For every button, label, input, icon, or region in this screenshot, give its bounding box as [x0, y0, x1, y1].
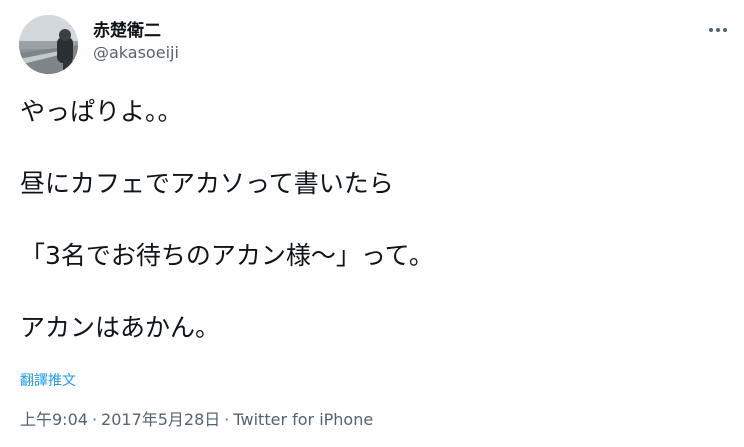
separator: · [91, 410, 98, 429]
tweet-time[interactable]: 上午9:04 [20, 410, 88, 429]
line-break [20, 202, 720, 238]
user-handle[interactable]: @akasoeiji [93, 42, 179, 64]
tweet-metadata: 上午9:04 · 2017年5月28日 · Twitter for iPhone [20, 409, 373, 431]
tweet-text: やっぱりよ。。 昼にカフェでアカソって書いたら 「3名でお待ちのアカン様〜」って… [20, 94, 720, 346]
tweet-date[interactable]: 2017年5月28日 [101, 410, 220, 429]
tweet-line: アカンはあかん。 [20, 313, 221, 342]
more-horizontal-icon [709, 28, 727, 32]
tweet-line: 昼にカフェでアカソって書いたら [20, 169, 394, 198]
avatar-photo [19, 15, 78, 74]
tweet-card: 赤楚衛二 @akasoeiji やっぱりよ。。 昼にカフェでアカソって書いたら … [0, 0, 744, 447]
more-options-button[interactable] [706, 18, 730, 42]
line-break [20, 274, 720, 310]
tweet-line: 「3名でお待ちのアカン様〜」って。 [20, 241, 434, 270]
line-break [20, 130, 720, 166]
translate-tweet-link[interactable]: 翻譯推文 [20, 372, 76, 390]
separator: · [224, 410, 230, 429]
user-info: 赤楚衛二 @akasoeiji [93, 20, 179, 64]
tweet-line: やっぱりよ。。 [20, 97, 183, 126]
avatar[interactable] [19, 15, 78, 74]
display-name[interactable]: 赤楚衛二 [93, 20, 179, 42]
tweet-source[interactable]: Twitter for iPhone [233, 410, 373, 429]
